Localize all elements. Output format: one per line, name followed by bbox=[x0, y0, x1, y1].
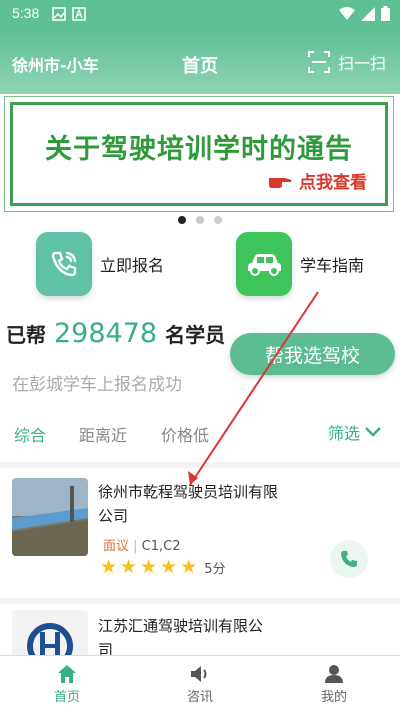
stats-subtitle: 在彭城学车上报名成功 bbox=[12, 375, 182, 395]
nav-news[interactable]: 咨讯 bbox=[160, 662, 240, 705]
carousel-dot[interactable] bbox=[196, 216, 204, 224]
help-choose-school-button[interactable]: 帮我选驾校 bbox=[230, 333, 395, 375]
school-meta: 面议 | C1,C2 bbox=[103, 539, 181, 554]
nav-home[interactable]: 首页 bbox=[27, 662, 107, 705]
section-divider bbox=[0, 462, 400, 468]
signup-label: 立即报名 bbox=[100, 256, 165, 275]
school-name: 徐州市乾程驾驶员培训有限公司 bbox=[98, 483, 279, 525]
home-icon bbox=[58, 665, 76, 683]
pointing-hand-icon bbox=[269, 177, 292, 188]
banner-cta[interactable]: 点我查看 bbox=[267, 168, 367, 193]
tab-distance[interactable]: 距离近 bbox=[79, 422, 127, 446]
star-icon: ★ bbox=[100, 556, 118, 578]
tab-price[interactable]: 价格低 bbox=[161, 422, 209, 446]
banner-carousel[interactable]: 关于驾驶培训学时的通告 点我查看 bbox=[0, 94, 400, 214]
star-icon: ★ bbox=[140, 556, 158, 578]
school-name: 江苏汇通驾驶培训有限公司 bbox=[98, 617, 264, 655]
scan-button[interactable]: 扫一扫 bbox=[307, 50, 386, 74]
carousel-dot[interactable] bbox=[178, 216, 186, 224]
banner-cta-label: 点我查看 bbox=[299, 173, 367, 193]
stats-count: 298478 bbox=[54, 318, 158, 349]
guide-button[interactable]: 学车指南 bbox=[236, 232, 364, 296]
banner-title: 关于驾驶培训学时的通告 bbox=[45, 134, 353, 165]
app-header: 徐州市-小车 首页 扫一扫 bbox=[0, 28, 400, 94]
scan-icon bbox=[307, 51, 330, 73]
speaker-icon bbox=[191, 666, 207, 682]
banner-frame: 关于驾驶培训学时的通告 点我查看 bbox=[10, 102, 388, 206]
rating-score: 5分 bbox=[204, 562, 226, 577]
chevron-down-icon bbox=[365, 427, 381, 437]
call-button[interactable] bbox=[330, 540, 368, 578]
battery-icon bbox=[381, 6, 390, 21]
nav-news-label: 咨讯 bbox=[186, 690, 213, 705]
carousel-indicator bbox=[0, 216, 400, 224]
signal-icon bbox=[361, 6, 375, 21]
school-logo bbox=[12, 610, 88, 655]
stats-prefix: 已帮 bbox=[6, 323, 46, 347]
wifi-icon bbox=[339, 6, 355, 20]
user-icon bbox=[325, 665, 343, 683]
image-notification-icon bbox=[52, 7, 66, 21]
school-card[interactable]: 江苏汇通驾驶培训有限公司 bbox=[0, 604, 400, 655]
car-icon bbox=[236, 232, 292, 296]
carousel-dot[interactable] bbox=[214, 216, 222, 224]
stats-suffix: 名学员 bbox=[165, 323, 226, 347]
star-icon: ★ bbox=[180, 556, 198, 578]
rating: ★ ★ ★ ★ ★ 5分 bbox=[100, 556, 226, 578]
notice-banner[interactable]: 关于驾驶培训学时的通告 点我查看 bbox=[4, 96, 394, 212]
nav-profile[interactable]: 我的 bbox=[294, 662, 374, 705]
status-system-icons bbox=[339, 6, 390, 21]
phone-icon bbox=[36, 232, 92, 296]
license-types: C1,C2 bbox=[141, 539, 181, 554]
signup-button[interactable]: 立即报名 bbox=[36, 232, 164, 296]
nav-home-label: 首页 bbox=[53, 690, 80, 705]
filter-button[interactable]: 筛选 bbox=[328, 420, 382, 444]
price-label: 面议 bbox=[103, 539, 130, 554]
star-icon: ★ bbox=[120, 556, 138, 578]
quick-actions: 立即报名 学车指南 bbox=[0, 232, 400, 302]
phone-icon bbox=[341, 551, 357, 567]
school-card[interactable]: 徐州市乾程驾驶员培训有限公司 面议 | C1,C2 ★ ★ ★ ★ ★ 5分 bbox=[0, 470, 400, 598]
school-photo bbox=[12, 478, 88, 556]
students-stats: 已帮 298478 名学员 bbox=[6, 318, 225, 349]
status-time: 5:38 bbox=[12, 5, 40, 21]
scan-label: 扫一扫 bbox=[337, 54, 386, 73]
status-notification-icons bbox=[52, 7, 86, 21]
status-bar: 5:38 bbox=[0, 0, 400, 28]
guide-label: 学车指南 bbox=[300, 256, 365, 275]
star-icon: ★ bbox=[160, 556, 178, 578]
tab-overall[interactable]: 综合 bbox=[14, 422, 46, 446]
nav-profile-label: 我的 bbox=[320, 690, 347, 705]
bottom-nav: 首页 咨讯 我的 bbox=[0, 655, 400, 712]
filter-label: 筛选 bbox=[327, 424, 360, 443]
a-notification-icon bbox=[72, 7, 86, 21]
sort-tabs: 综合 距离近 价格低 筛选 bbox=[0, 420, 400, 448]
